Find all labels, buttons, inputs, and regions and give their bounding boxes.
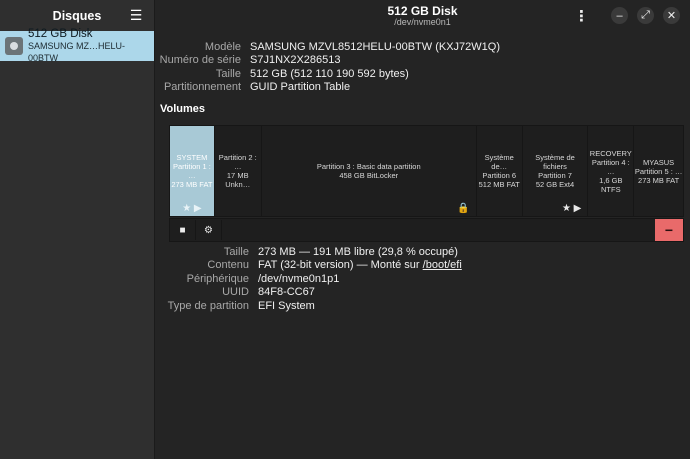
partition-line: Partition 7 [538,171,572,180]
content-text: FAT (32-bit version) — Monté sur [258,259,423,272]
detail-row-uuid: UUID 84F8-CC67 [160,286,690,299]
volume-map: SYSTEM Partition 1 : … 273 MB FAT ★ ▶ Pa… [169,125,684,217]
disk-model: SAMSUNG MZ…HELU-00BTW [28,41,126,63]
sidebar-title: Disques [52,8,102,23]
disk-info: Modèle SAMSUNG MZVL8512HELU-00BTW (KXJ72… [155,41,690,95]
partition-line: RECOVERY [589,148,632,158]
partition-line: Système de… [484,153,514,171]
gear-icon[interactable]: ⚙ [196,220,222,240]
partition-line: Partition 1 : … [172,162,211,180]
close-icon[interactable]: ✕ [663,7,680,24]
partition-line: SYSTEM [176,153,208,162]
partition-6[interactable]: Système de… Partition 6 512 MB FAT [477,126,523,216]
partition-2[interactable]: Partition 2 : … 17 MB Unkn… [215,126,262,216]
mounted-star-play-icon: ★ ▶ [561,203,582,214]
window-subtitle: /dev/nvme0n1 [394,17,451,27]
partition-line: Système de fichiers [535,153,575,171]
remove-partition-button[interactable]: − [655,219,683,241]
partition-line: Partition 6 [482,171,517,180]
info-value: SAMSUNG MZVL8512HELU-00BTW (KXJ72W1Q) [250,41,501,53]
disk-text: 512 GB Disk SAMSUNG MZ…HELU-00BTW [28,28,154,64]
partition-5[interactable]: MYASUS Partition 5 : … 273 MB FAT [634,126,683,216]
info-value: 512 GB (512 110 190 592 bytes) [250,67,409,80]
partition-line: 512 MB FAT [478,180,520,189]
detail-label: Périphérique [186,272,249,285]
detail-label: Type de partition [167,299,249,312]
volumes-heading: Volumes [160,103,206,115]
info-row-partitioning: Partitionnement GUID Partition Table [155,81,690,94]
volume-toolbar: ■ ⚙ − [169,218,684,242]
detail-label: Taille [223,246,249,258]
detail-value: /dev/nvme0n1p1 [258,272,340,285]
disk-icon [5,37,23,55]
minimize-icon[interactable]: – [611,7,628,24]
kebab-menu-icon[interactable]: ⋮ [573,7,590,25]
detail-value: FAT (32-bit version) — Monté sur /boot/e… [258,259,462,272]
window-title: 512 GB Disk [387,4,458,18]
detail-row-size: Taille 273 MB — 191 MB libre (29,8 % occ… [160,246,690,259]
partition-1[interactable]: SYSTEM Partition 1 : … 273 MB FAT ★ ▶ [170,126,215,216]
info-value: GUID Partition Table [250,81,351,94]
maximize-icon[interactable]: ⤢ [637,7,654,24]
partition-line: 273 MB FAT [638,175,680,185]
partition-line: 1,6 GB NTFS [599,175,623,194]
info-label: Taille [215,67,241,80]
lock-icon: 🔒 [457,203,470,214]
hamburger-icon[interactable]: ☰ [128,7,144,23]
detail-row-type: Type de partition EFI System [160,300,690,313]
partition-line: 17 MB Unkn… [225,171,251,189]
detail-value: EFI System [258,299,315,312]
detail-label: UUID [222,286,249,299]
detail-row-device: Périphérique /dev/nvme0n1p1 [160,273,690,286]
partition-line: 458 GB BitLocker [339,171,399,180]
info-label: Partitionnement [163,81,241,94]
info-row-size: Taille 512 GB (512 110 190 592 bytes) [155,68,690,81]
partition-line: Partition 5 : … [634,166,683,176]
detail-label: Contenu [207,259,249,272]
partition-line: 52 GB Ext4 [535,180,575,189]
partition-7[interactable]: Système de fichiers Partition 7 52 GB Ex… [523,126,589,216]
info-row-model: Modèle SAMSUNG MZVL8512HELU-00BTW (KXJ72… [155,41,690,54]
info-label: Numéro de série [159,54,241,67]
partition-line: Partition 4 : … [591,157,630,176]
detail-row-content: Contenu FAT (32-bit version) — Monté sur… [160,259,690,272]
detail-value: 84F8-CC67 [258,286,315,299]
partition-details: Taille 273 MB — 191 MB libre (29,8 % occ… [160,246,690,313]
partition-line: Partition 2 : … [218,153,257,171]
headerbar: 512 GB Disk /dev/nvme0n1 ⋮ – ⤢ ✕ [155,0,690,31]
partition-3[interactable]: Partition 3 : Basic data partition 458 G… [262,126,477,216]
mount-point-link[interactable]: /boot/efi [423,259,462,271]
partition-4[interactable]: RECOVERY Partition 4 : … 1,6 GB NTFS [588,126,635,216]
sidebar: Disques ☰ 512 GB Disk SAMSUNG MZ…HELU-00… [0,0,155,459]
partition-line: 273 MB FAT [171,180,213,189]
sidebar-item-disk[interactable]: 512 GB Disk SAMSUNG MZ…HELU-00BTW [0,28,154,64]
detail-value: 273 MB — 191 MB libre (29,8 % occupé) [258,246,458,258]
partition-line: Partition 3 : Basic data partition [316,162,421,171]
sidebar-header: Disques ☰ [0,0,154,31]
info-value: S7J1NX2X286513 [250,54,341,67]
unmount-stop-icon[interactable]: ■ [170,220,196,240]
disk-name: 512 GB Disk [28,28,93,40]
partition-line: MYASUS [643,157,675,167]
info-label: Modèle [204,41,241,53]
mounted-star-play-icon: ★ ▶ [182,203,202,214]
info-row-serial: Numéro de série S7J1NX2X286513 [155,54,690,67]
